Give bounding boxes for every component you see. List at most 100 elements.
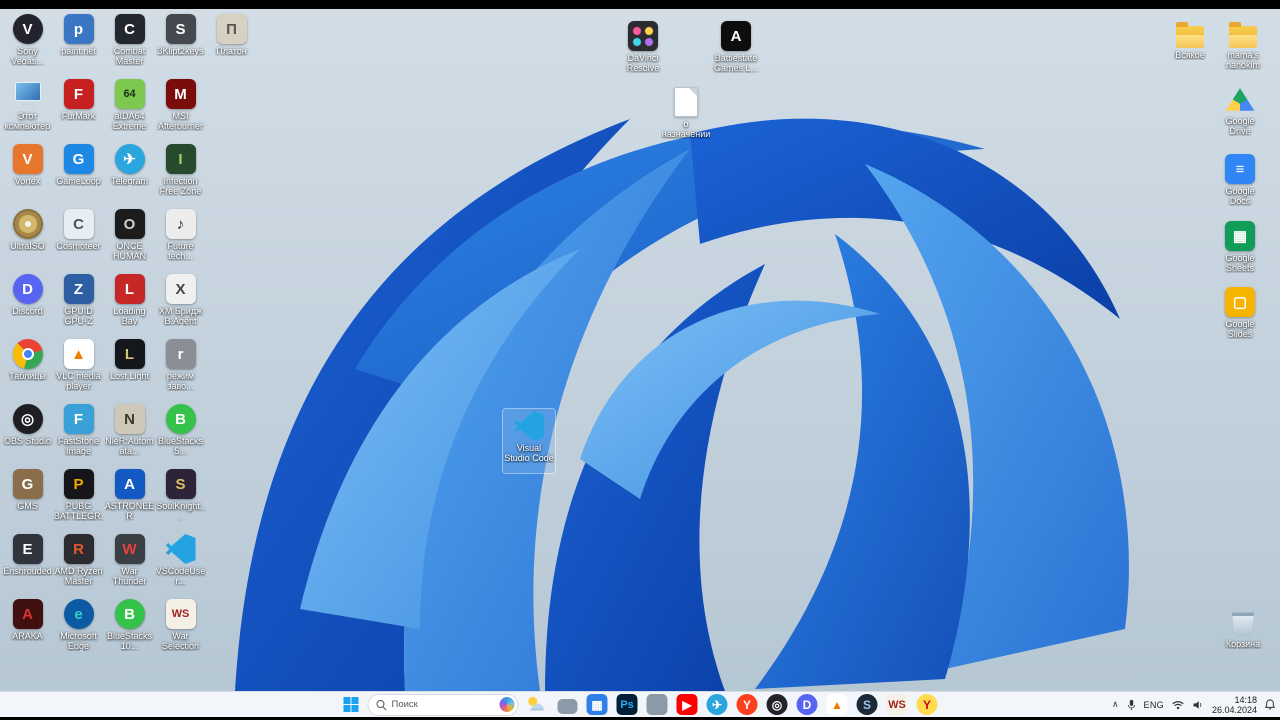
icon-label: VSCodeUser...	[155, 566, 206, 586]
desktop-icon[interactable]: Z GPUID GPU-Z	[53, 272, 104, 337]
desktop-icon[interactable]: E Enshrouded	[2, 532, 53, 597]
desktop-icon[interactable]: C Cosmoteer	[53, 207, 104, 272]
desktop-icon[interactable]: V Vortex	[2, 142, 53, 207]
microphone-icon[interactable]	[1127, 699, 1136, 711]
icon-label: War Thunder	[112, 566, 147, 586]
desktop-icon[interactable]: ▦ Google Sheets	[1214, 219, 1266, 283]
desktop-icon[interactable]: mama's nanokim	[1217, 19, 1269, 83]
desktop-icon[interactable]: D Discord	[2, 272, 53, 337]
icon-label: BlueStacks 5...	[157, 436, 204, 456]
icon-label: SoulKnight...	[156, 501, 205, 521]
app-icon	[557, 698, 577, 714]
icon-label: Vortex	[14, 176, 41, 186]
desktop-icon[interactable]: ♪ Future tech...	[155, 207, 206, 272]
app-icon	[165, 534, 196, 564]
desktop-icon[interactable]: M MSI Afterburner	[155, 77, 206, 142]
taskbar-app-youtube[interactable]: ▶	[676, 693, 699, 716]
app-icon: F	[63, 404, 94, 434]
search-box[interactable]: Поиск	[367, 693, 519, 716]
taskbar-app-file-explorer[interactable]	[556, 693, 579, 716]
desktop-icon[interactable]: ▢ Google Slides	[1214, 285, 1266, 349]
desktop-icon[interactable]: Visual Studio Code	[502, 408, 556, 474]
desktop-icon[interactable]: p paint.net	[53, 12, 104, 77]
desktop-icon[interactable]: F FurMark	[53, 77, 104, 142]
taskbar-app-widgets-weather[interactable]: ☁	[526, 693, 549, 716]
desktop-icon[interactable]: B BlueStacks 5...	[155, 402, 206, 467]
desktop-icon[interactable]: N NieR:Automata...	[104, 402, 155, 467]
taskbar-app-war-selection[interactable]: WS	[886, 693, 909, 716]
desktop-icon[interactable]: Таблицы	[2, 337, 53, 402]
app-icon: ▲	[63, 339, 94, 369]
chevron-up-icon[interactable]: ∧	[1112, 699, 1119, 710]
desktop-icon[interactable]: P PUBG BATTLEGR...	[53, 467, 104, 532]
wifi-icon[interactable]	[1172, 700, 1184, 710]
desktop-icon[interactable]: I Infection Free Zone	[155, 142, 206, 207]
desktop-icon[interactable]: A Battlestate Games L...	[710, 19, 762, 83]
tray-date: 26.04.2024	[1211, 704, 1257, 715]
desktop-icon[interactable]: B BlueStacks 10...	[104, 597, 155, 662]
taskbar-app-steam[interactable]: S	[856, 693, 879, 716]
desktop-icon[interactable]: VSCodeUser...	[155, 532, 206, 597]
app-icon: ✈	[114, 144, 145, 174]
desktop-icon[interactable]: e Microsoft Edge	[53, 597, 104, 662]
search-highlights-icon[interactable]	[499, 697, 515, 712]
desktop-icon[interactable]: ▲ VLC media player	[53, 337, 104, 402]
desktop-icon[interactable]: V Sony Vegas...	[2, 12, 53, 77]
desktop-icon[interactable]: Google Drive	[1214, 85, 1266, 149]
desktop-icon[interactable]: G GMS	[2, 467, 53, 532]
app-icon: O	[114, 209, 145, 239]
desktop: V Sony Vegas... Этот компьютер V Vortex …	[0, 9, 1280, 691]
desktop-icon[interactable]: F FastStone Image Viewer	[53, 402, 104, 467]
taskbar-app-vlc[interactable]: ▲	[826, 693, 849, 716]
app-icon: ▶	[676, 694, 698, 715]
desktop-icon[interactable]: A ARAKA	[2, 597, 53, 662]
desktop-icon[interactable]: о назначении	[660, 85, 712, 149]
taskbar-app-chrome[interactable]	[646, 693, 669, 716]
icon-label: Google Docs	[1225, 186, 1255, 206]
app-icon	[514, 411, 544, 441]
language-indicator[interactable]: ENG	[1144, 700, 1164, 710]
desktop-icon[interactable]: O ONCE HUMAN	[104, 207, 155, 272]
app-icon: A	[721, 21, 751, 51]
taskbar-app-microsoft-store[interactable]: ▦	[586, 693, 609, 716]
volume-icon[interactable]	[1192, 700, 1204, 710]
app-icon: S	[165, 14, 196, 44]
desktop-icon[interactable]: DaVinci Resolve	[617, 19, 669, 83]
desktop-icon[interactable]: L Loading Bay	[104, 272, 155, 337]
desktop-icon[interactable]: R AMD Ryzen Master	[53, 532, 104, 597]
taskbar-app-yandex-music[interactable]: Y	[916, 693, 939, 716]
desktop-icon[interactable]: G GameLoop	[53, 142, 104, 207]
desktop-icon[interactable]: r режим заво...	[155, 337, 206, 402]
desktop-icon[interactable]: ≡ Google Docs	[1214, 152, 1266, 216]
desktop-icon[interactable]: S SoulKnight...	[155, 467, 206, 532]
taskbar-app-discord[interactable]: D	[796, 693, 819, 716]
desktop-icon[interactable]: A ASTRONEER	[104, 467, 155, 532]
desktop-icon[interactable]: ✈ Telegram	[104, 142, 155, 207]
desktop-icon[interactable]: Корзина	[1217, 607, 1269, 671]
icon-label: GPUID GPU-Z	[64, 306, 93, 326]
desktop-icon[interactable]: S 3Klipt2keys	[155, 12, 206, 77]
taskbar-app-obs-studio[interactable]: ◎	[766, 693, 789, 716]
desktop-icon[interactable]: UltraISO	[2, 207, 53, 272]
app-icon: e	[63, 599, 94, 629]
notifications-bell-icon[interactable]	[1265, 699, 1275, 710]
taskbar-app-photoshop[interactable]: Ps	[616, 693, 639, 716]
taskbar-app-yandex-browser[interactable]: Y	[736, 693, 759, 716]
icon-label: FastStone Image Viewer	[57, 436, 100, 456]
desktop-icon[interactable]: L Lost Light	[104, 337, 155, 402]
desktop-icon[interactable]: C Combat Master	[104, 12, 155, 77]
desktop-icon[interactable]: WS War Selection	[155, 597, 206, 662]
desktop-icon[interactable]: ◎ OBS Studio	[2, 402, 53, 467]
icon-label: режим заво...	[166, 371, 195, 391]
desktop-icon[interactable]: W War Thunder	[104, 532, 155, 597]
app-icon	[12, 339, 43, 369]
tray-time: 14:18	[1234, 694, 1257, 705]
taskbar-app-telegram[interactable]: ✈	[706, 693, 729, 716]
desktop-icon[interactable]: Х ХМ Бридж В.Agent	[155, 272, 206, 337]
desktop-icon[interactable]: Этот компьютер	[2, 77, 53, 142]
desktop-icon[interactable]: 64 aIDA64 Extreme	[104, 77, 155, 142]
desktop-icon[interactable]: П Платон	[206, 12, 257, 77]
clock[interactable]: 14:18 26.04.2024	[1212, 695, 1257, 715]
desktop-icon[interactable]: Всякое	[1164, 19, 1216, 83]
start-button[interactable]	[342, 695, 361, 714]
